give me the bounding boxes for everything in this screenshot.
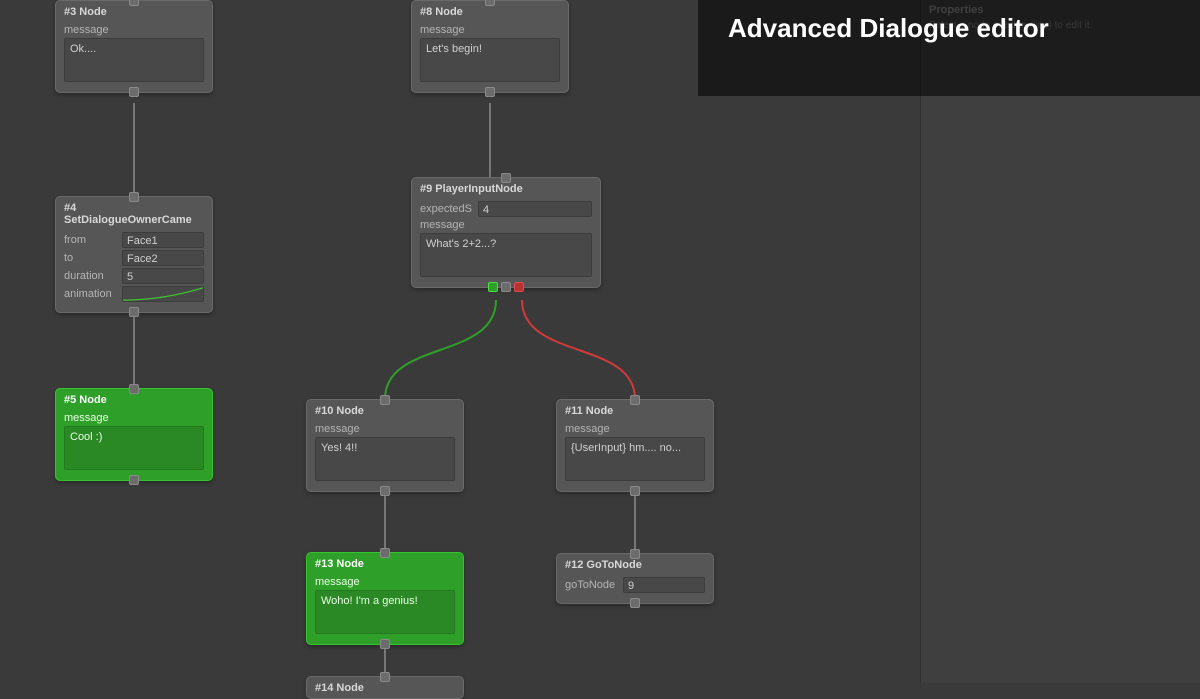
port-in[interactable] (630, 395, 640, 405)
port-out-correct[interactable] (488, 282, 498, 292)
node-5[interactable]: #5 Node message Cool :) (55, 388, 213, 481)
node-9[interactable]: #9 PlayerInputNode expectedS4 message Wh… (411, 177, 601, 288)
port-out[interactable] (380, 486, 390, 496)
field-label-message: message (315, 423, 455, 435)
port-out[interactable] (485, 87, 495, 97)
port-out[interactable] (630, 486, 640, 496)
node-14[interactable]: #14 Node (306, 676, 464, 699)
port-out-wrong[interactable] (514, 282, 524, 292)
port-out[interactable] (380, 639, 390, 649)
field-label-message: message (64, 412, 204, 424)
field-label-expected: expectedS (420, 203, 474, 215)
node-11[interactable]: #11 Node message {UserInput} hm.... no..… (556, 399, 714, 492)
field-label-to: to (64, 252, 118, 264)
field-message[interactable]: {UserInput} hm.... no... (565, 437, 705, 481)
port-in[interactable] (129, 0, 139, 6)
app-title: Advanced Dialogue editor (728, 12, 1049, 44)
field-message[interactable]: Cool :) (64, 426, 204, 470)
node-8[interactable]: #8 Node message Let's begin! (411, 0, 569, 93)
port-in[interactable] (129, 384, 139, 394)
field-label-message: message (565, 423, 705, 435)
port-out[interactable] (129, 475, 139, 485)
field-message[interactable]: Yes! 4!! (315, 437, 455, 481)
field-expected[interactable]: 4 (478, 201, 592, 217)
field-message[interactable]: Ok.... (64, 38, 204, 82)
port-in[interactable] (485, 0, 495, 6)
field-to[interactable]: Face2 (122, 250, 204, 266)
field-label-message: message (420, 219, 592, 231)
port-in[interactable] (501, 173, 511, 183)
port-in[interactable] (380, 672, 390, 682)
field-from[interactable]: Face1 (122, 232, 204, 248)
field-label-message: message (315, 576, 455, 588)
field-label-goto: goToNode (565, 579, 619, 591)
field-label-duration: duration (64, 270, 118, 282)
properties-panel: Properties Select a node or edge (line) … (920, 0, 1200, 683)
port-out[interactable] (501, 282, 511, 292)
port-in[interactable] (380, 548, 390, 558)
field-animation-curve[interactable] (122, 286, 204, 302)
port-in[interactable] (630, 549, 640, 559)
port-in[interactable] (129, 192, 139, 202)
field-label-from: from (64, 234, 118, 246)
field-message[interactable]: Woho! I'm a genius! (315, 590, 455, 634)
port-in[interactable] (380, 395, 390, 405)
field-label-message: message (64, 24, 204, 36)
node-4[interactable]: #4 SetDialogueOwnerCame fromFace1 toFace… (55, 196, 213, 313)
node-3[interactable]: #3 Node message Ok.... (55, 0, 213, 93)
field-message[interactable]: Let's begin! (420, 38, 560, 82)
node-12[interactable]: #12 GoToNode goToNode9 (556, 553, 714, 604)
field-duration[interactable]: 5 (122, 268, 204, 284)
field-label-message: message (420, 24, 560, 36)
title-overlay: Advanced Dialogue editor (698, 0, 1200, 96)
field-message[interactable]: What's 2+2...? (420, 233, 592, 277)
node-13[interactable]: #13 Node message Woho! I'm a genius! (306, 552, 464, 645)
port-out[interactable] (129, 307, 139, 317)
field-label-animation: animation (64, 288, 118, 300)
field-goto[interactable]: 9 (623, 577, 705, 593)
port-out[interactable] (129, 87, 139, 97)
node-10[interactable]: #10 Node message Yes! 4!! (306, 399, 464, 492)
port-out[interactable] (630, 598, 640, 608)
